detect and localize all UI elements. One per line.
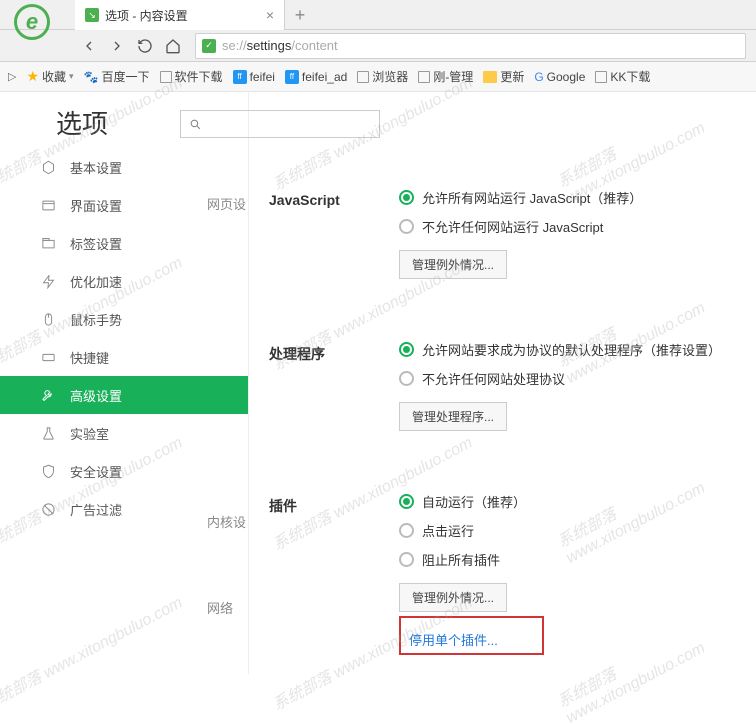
section-title-handler: 处理程序 (269, 344, 325, 364)
radio-icon (399, 494, 414, 509)
keyboard-icon (40, 349, 56, 365)
new-tab-button[interactable]: + (285, 0, 315, 30)
sidebar-item-label: 基本设置 (70, 158, 122, 177)
sidebar-item-tab[interactable]: 标签设置 (0, 224, 248, 262)
section-label-net: 网络 (207, 598, 233, 617)
radio-plugin-auto[interactable]: 自动运行（推荐） (399, 492, 544, 511)
manage-js-exceptions-button[interactable]: 管理例外情况... (399, 250, 507, 279)
block-icon (40, 501, 56, 517)
sidebar-item-advanced[interactable]: 高级设置 (0, 376, 248, 414)
sidebar-item-label: 安全设置 (70, 462, 122, 481)
sidebar-item-security[interactable]: 安全设置 (0, 452, 248, 490)
radio-icon (399, 371, 414, 386)
radio-icon (399, 342, 414, 357)
sidebar-item-label: 标签设置 (70, 234, 122, 253)
sidebar-item-label: 快捷键 (70, 348, 109, 367)
bookmark-browser[interactable]: 浏览器 (357, 68, 408, 85)
section-label-web: 网页设 (207, 194, 246, 213)
close-icon[interactable]: × (266, 7, 274, 23)
page-title: 选项 (56, 104, 108, 141)
tab-favicon (85, 8, 99, 22)
bookmark-baidu[interactable]: 🐾百度一下 (84, 68, 150, 85)
site-icon: ff (285, 70, 299, 84)
bookmark-feifei[interactable]: fffeifei (233, 70, 275, 84)
wrench-icon (40, 387, 56, 403)
page-icon (357, 71, 369, 83)
site-icon: ff (233, 70, 247, 84)
star-icon: ★ (26, 68, 39, 85)
expand-icon[interactable]: ▷ (8, 70, 16, 83)
bookmark-google[interactable]: GGoogle (534, 70, 585, 84)
radio-icon (399, 219, 414, 234)
mouse-icon (40, 311, 56, 327)
sidebar-item-label: 界面设置 (70, 196, 122, 215)
sidebar-item-mouse[interactable]: 鼠标手势 (0, 300, 248, 338)
radio-js-deny[interactable]: 不允许任何网站运行 JavaScript (399, 217, 642, 236)
manage-plugin-exceptions-button[interactable]: 管理例外情况... (399, 583, 507, 612)
bookmark-feifei-ad[interactable]: fffeifei_ad (285, 70, 347, 84)
address-suffix: /content (291, 38, 337, 53)
tab-icon (40, 235, 56, 251)
page-icon (160, 71, 172, 83)
radio-icon (399, 523, 414, 538)
bolt-icon (40, 273, 56, 289)
paw-icon: 🐾 (84, 70, 99, 84)
tab-title: 选项 - 内容设置 (105, 7, 266, 24)
highlighted-box: 停用单个插件... (399, 616, 544, 655)
disable-plugin-link[interactable]: 停用单个插件... (409, 630, 498, 649)
shield-icon (40, 463, 56, 479)
bookmark-bar: ▷ ★收藏▾ 🐾百度一下 软件下载 fffeifei fffeifei_ad 浏… (0, 62, 756, 92)
radio-handler-deny[interactable]: 不允许任何网站处理协议 (399, 369, 721, 388)
navbar: se:// settings /content (0, 30, 756, 62)
home-button[interactable] (159, 32, 187, 60)
sidebar-item-label: 广告过滤 (70, 500, 122, 519)
browser-tab[interactable]: 选项 - 内容设置 × (75, 0, 285, 30)
folder-icon (483, 71, 497, 83)
content-area: 基本设置 界面设置 标签设置 优化加速 鼠标手势 快捷键 (0, 92, 756, 674)
address-bar[interactable]: se:// settings /content (195, 33, 746, 59)
sidebar-item-label: 高级设置 (70, 386, 122, 405)
gear-icon (40, 159, 56, 175)
address-prefix: se:// (222, 38, 247, 53)
radio-plugin-click[interactable]: 点击运行 (399, 521, 544, 540)
sidebar-item-label: 鼠标手势 (70, 310, 122, 329)
section-title-plugin: 插件 (269, 496, 297, 516)
forward-button[interactable] (103, 32, 131, 60)
radio-plugin-block[interactable]: 阻止所有插件 (399, 550, 544, 569)
manage-handlers-button[interactable]: 管理处理程序... (399, 402, 507, 431)
section-title-js: JavaScript (269, 192, 340, 208)
bookmark-update[interactable]: 更新 (483, 68, 524, 85)
search-icon (189, 118, 202, 131)
radio-handler-allow[interactable]: 允许网站要求成为协议的默认处理程序（推荐设置） (399, 340, 721, 359)
section-label-core: 内核设 (207, 512, 246, 531)
bookmark-kk[interactable]: KK下载 (595, 68, 650, 85)
settings-panel: JavaScript 允许所有网站运行 JavaScript（推荐） 不允许任何… (299, 92, 756, 674)
sidebar-item-keys[interactable]: 快捷键 (0, 338, 248, 376)
favorites-button[interactable]: ★收藏▾ (26, 68, 73, 85)
sidebar-item-optimize[interactable]: 优化加速 (0, 262, 248, 300)
address-mid: settings (247, 38, 292, 53)
back-button[interactable] (75, 32, 103, 60)
bookmark-manage[interactable]: 刚-管理 (418, 68, 473, 85)
page-icon (418, 71, 430, 83)
page-icon (595, 71, 607, 83)
window-icon (40, 197, 56, 213)
google-icon: G (534, 70, 543, 84)
titlebar: 选项 - 内容设置 × + (0, 0, 756, 30)
shield-icon (202, 39, 216, 53)
sidebar-item-label: 优化加速 (70, 272, 122, 291)
bookmark-soft[interactable]: 软件下载 (160, 68, 223, 85)
reload-button[interactable] (131, 32, 159, 60)
sidebar-item-lab[interactable]: 实验室 (0, 414, 248, 452)
flask-icon (40, 425, 56, 441)
radio-js-allow[interactable]: 允许所有网站运行 JavaScript（推荐） (399, 188, 642, 207)
radio-icon (399, 190, 414, 205)
radio-icon (399, 552, 414, 567)
browser-logo (14, 4, 50, 40)
sidebar-item-basic[interactable]: 基本设置 (0, 148, 248, 186)
sidebar-item-label: 实验室 (70, 424, 109, 443)
